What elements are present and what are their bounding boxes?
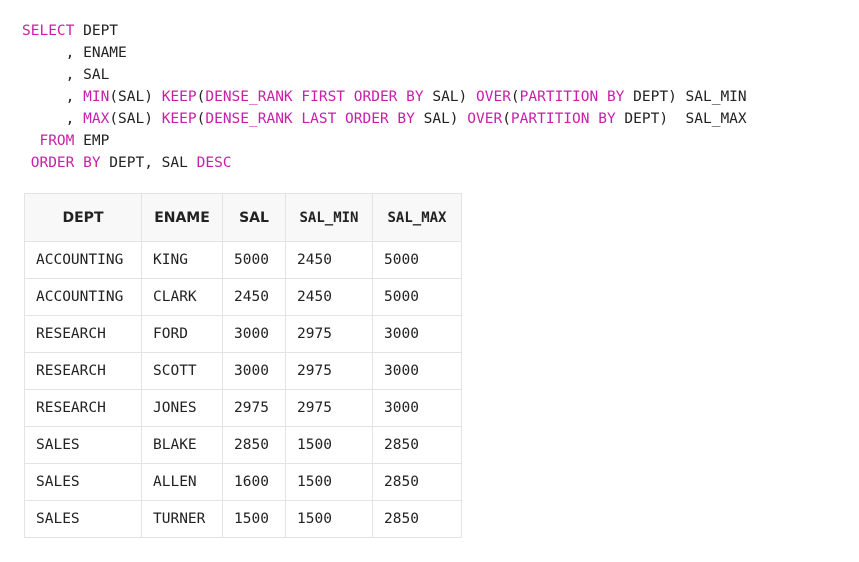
sql-text: DEPT) SAL_MIN	[624, 89, 747, 105]
table-row: SALES BLAKE 2850 1500 2850	[24, 426, 462, 464]
cell-sal-max: 3000	[372, 315, 462, 353]
column-header-sal: SAL	[222, 193, 286, 242]
cell-ename: KING	[141, 241, 223, 279]
cell-sal-max: 2850	[372, 463, 462, 501]
code-line: ORDER BY DEPT, SAL DESC	[22, 152, 747, 174]
sql-text: SAL)	[423, 89, 476, 105]
sql-text: , SAL	[22, 67, 110, 83]
cell-sal: 5000	[222, 241, 286, 279]
sql-text: (	[502, 111, 511, 127]
table-row: ACCOUNTING CLARK 2450 2450 5000	[24, 278, 462, 316]
cell-dept: SALES	[24, 463, 142, 501]
table-row: RESEARCH FORD 3000 2975 3000	[24, 315, 462, 353]
cell-sal-max: 2850	[372, 500, 462, 538]
column-header-sal-max: SAL_MAX	[372, 193, 462, 242]
sql-text: SAL)	[414, 111, 468, 127]
cell-sal-min: 2450	[285, 278, 373, 316]
cell-ename: SCOTT	[141, 352, 223, 390]
cell-sal-max: 5000	[372, 278, 462, 316]
sql-keyword: OVER	[476, 89, 511, 105]
cell-sal-min: 2975	[285, 315, 373, 353]
sql-keyword: KEEP	[161, 89, 197, 105]
cell-sal: 2450	[222, 278, 286, 316]
table-body: ACCOUNTING KING 5000 2450 5000 ACCOUNTING CLAR…	[24, 241, 462, 538]
cell-ename: ALLEN	[141, 463, 223, 501]
table-row: RESEARCH SCOTT 3000 2975 3000	[24, 352, 462, 390]
cell-ename: JONES	[141, 389, 223, 427]
cell-sal-min: 2975	[285, 352, 373, 390]
code-line: , MIN(SAL) KEEP ( DENSE_RANK FIRST ORDER B…	[22, 86, 747, 108]
sql-keyword: ORDER BY	[30, 155, 101, 171]
cell-dept: SALES	[24, 500, 142, 538]
cell-dept: RESEARCH	[24, 315, 142, 353]
sql-keyword: PARTITION BY	[510, 111, 616, 127]
cell-dept: RESEARCH	[24, 352, 142, 390]
table-row: SALES ALLEN 1600 1500 2850	[24, 463, 462, 501]
sql-text: (SAL)	[109, 111, 162, 127]
cell-sal-max: 2850	[372, 426, 462, 464]
sql-keyword: SELECT	[22, 23, 75, 39]
cell-sal-max: 5000	[372, 241, 462, 279]
table-header-row: DEPT ENAME SAL SAL_MIN SAL_MAX	[24, 193, 462, 242]
sql-keyword: MAX	[83, 111, 110, 127]
cell-sal-min: 2450	[285, 241, 373, 279]
cell-ename: TURNER	[141, 500, 223, 538]
sql-text: DEPT, SAL	[100, 155, 197, 171]
sql-text: DEPT	[74, 23, 119, 39]
code-line: , ENAME	[22, 42, 747, 64]
cell-dept: ACCOUNTING	[24, 278, 142, 316]
sql-text: , ENAME	[22, 45, 127, 61]
cell-sal-min: 1500	[285, 500, 373, 538]
cell-dept: ACCOUNTING	[24, 241, 142, 279]
cell-sal-max: 3000	[372, 352, 462, 390]
sql-text: ,	[22, 111, 84, 127]
sql-keyword: OVER	[467, 111, 503, 127]
cell-sal: 2850	[222, 426, 286, 464]
cell-sal-min: 1500	[285, 463, 373, 501]
cell-sal: 3000	[222, 315, 286, 353]
sql-text: EMP	[74, 133, 110, 149]
cell-ename: FORD	[141, 315, 223, 353]
sql-text: (	[510, 89, 520, 105]
code-line: , SAL	[22, 64, 747, 86]
column-header-ename: ENAME	[141, 193, 223, 242]
cell-sal: 1600	[222, 463, 286, 501]
cell-dept: RESEARCH	[24, 389, 142, 427]
code-line: SELECT DEPT	[22, 20, 747, 42]
column-header-sal-min: SAL_MIN	[285, 193, 373, 242]
cell-sal-min: 2975	[285, 389, 373, 427]
result-table: DEPT ENAME SAL SAL_MIN SAL_MAX ACCOUNTIN…	[24, 193, 462, 538]
cell-dept: SALES	[24, 426, 142, 464]
cell-sal: 2975	[222, 389, 286, 427]
sql-keyword: DENSE_RANK LAST ORDER BY	[205, 111, 415, 127]
sql-keyword: DESC	[196, 155, 232, 171]
cell-ename: BLAKE	[141, 426, 223, 464]
sql-text: DEPT) SAL_MAX	[615, 111, 747, 127]
sql-text: (SAL)	[109, 89, 162, 105]
cell-sal: 3000	[222, 352, 286, 390]
code-line: , MAX(SAL) KEEP ( DENSE_RANK LAST ORDER BY…	[22, 108, 747, 130]
cell-ename: CLARK	[141, 278, 223, 316]
sql-keyword: MIN	[83, 89, 110, 105]
sql-text: ,	[22, 89, 84, 105]
column-header-dept: DEPT	[24, 193, 142, 242]
sql-keyword: FROM	[39, 133, 75, 149]
cell-sal-max: 3000	[372, 389, 462, 427]
sql-keyword: PARTITION BY	[519, 89, 625, 105]
sql-code-block: SELECT DEPT , ENAME , SAL , MIN(SAL) KEE…	[22, 20, 747, 174]
code-line: FROM EMP	[22, 130, 747, 152]
sql-keyword: KEEP	[161, 111, 197, 127]
cell-sal: 1500	[222, 500, 286, 538]
cell-sal-min: 1500	[285, 426, 373, 464]
table-row: ACCOUNTING KING 5000 2450 5000	[24, 241, 462, 279]
table-row: SALES TURNER 1500 1500 2850	[24, 500, 462, 538]
table-row: RESEARCH JONES 2975 2975 3000	[24, 389, 462, 427]
sql-keyword: DENSE_RANK FIRST ORDER BY	[205, 89, 424, 105]
